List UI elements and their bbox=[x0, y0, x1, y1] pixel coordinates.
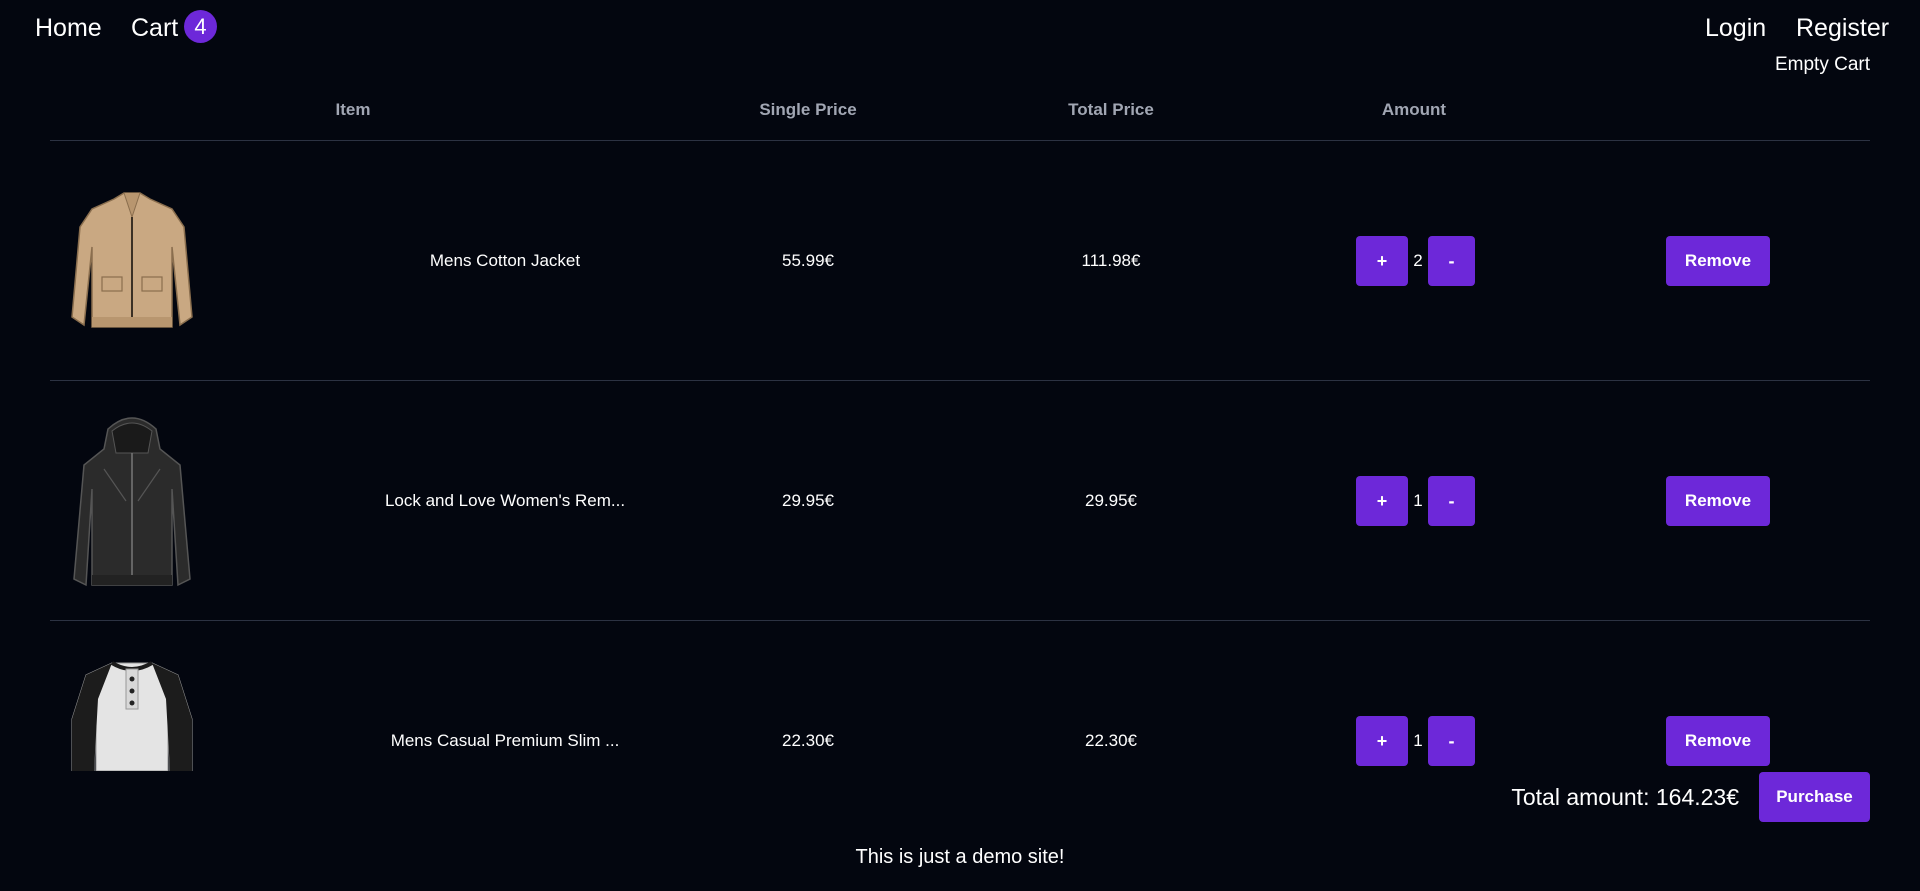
total-amount-value: 164.23€ bbox=[1655, 784, 1739, 810]
purchase-button[interactable]: Purchase bbox=[1759, 772, 1870, 822]
total-amount-label: Total amount: bbox=[1511, 784, 1650, 810]
nav-register-link[interactable]: Register bbox=[1796, 12, 1889, 44]
increase-quantity-button[interactable]: + bbox=[1356, 236, 1408, 286]
single-price: 55.99€ bbox=[782, 251, 834, 270]
total-price: 29.95€ bbox=[1085, 491, 1137, 510]
decrease-quantity-button[interactable]: - bbox=[1428, 236, 1475, 286]
header-amount: Amount bbox=[1381, 100, 1447, 119]
item-name: Mens Casual Premium Slim ... bbox=[390, 731, 620, 750]
total-amount: Total amount: 164.23€ bbox=[1511, 784, 1739, 811]
total-price: 111.98€ bbox=[1081, 251, 1141, 270]
decrease-quantity-button[interactable]: - bbox=[1428, 476, 1475, 526]
remove-item-button[interactable]: Remove bbox=[1666, 236, 1770, 286]
header-item: Item bbox=[335, 100, 371, 119]
nav-login-link[interactable]: Login bbox=[1705, 12, 1766, 44]
header-single-price: Single Price bbox=[759, 100, 857, 119]
remove-item-button[interactable]: Remove bbox=[1666, 716, 1770, 766]
jacket-black-hooded-icon bbox=[73, 417, 191, 587]
empty-cart-link[interactable]: Empty Cart bbox=[1775, 54, 1870, 76]
cart-row: Lock and Love Women's Rem... 29.95€ 29.9… bbox=[50, 381, 1870, 621]
top-nav: Home Cart 4 Login Register bbox=[0, 0, 1920, 58]
increase-quantity-button[interactable]: + bbox=[1356, 716, 1408, 766]
total-price: 22.30€ bbox=[1085, 731, 1137, 750]
single-price: 22.30€ bbox=[782, 731, 834, 750]
remove-item-button[interactable]: Remove bbox=[1666, 476, 1770, 526]
cart-count-badge: 4 bbox=[184, 10, 217, 43]
quantity-value: 1 bbox=[1413, 491, 1423, 510]
jacket-tan-icon bbox=[71, 192, 193, 328]
nav-cart-link[interactable]: Cart bbox=[131, 12, 178, 44]
quantity-value: 2 bbox=[1413, 251, 1423, 270]
increase-quantity-button[interactable]: + bbox=[1356, 476, 1408, 526]
item-name: Mens Cotton Jacket bbox=[429, 251, 581, 270]
shirt-raglan-icon bbox=[71, 661, 193, 771]
nav-home-link[interactable]: Home bbox=[35, 12, 102, 44]
cart-row: Mens Cotton Jacket 55.99€ 111.98€ + 2 - … bbox=[50, 141, 1870, 381]
header-total-price: Total Price bbox=[1068, 100, 1154, 119]
decrease-quantity-button[interactable]: - bbox=[1428, 716, 1475, 766]
item-name: Lock and Love Women's Rem... bbox=[384, 491, 626, 510]
single-price: 29.95€ bbox=[782, 491, 834, 510]
cart-row: Mens Casual Premium Slim ... 22.30€ 22.3… bbox=[50, 621, 1870, 860]
footer-demo-notice: This is just a demo site! bbox=[855, 846, 1065, 868]
quantity-value: 1 bbox=[1413, 731, 1423, 750]
cart-table-header: Item Single Price Total Price Amount bbox=[50, 98, 1870, 141]
